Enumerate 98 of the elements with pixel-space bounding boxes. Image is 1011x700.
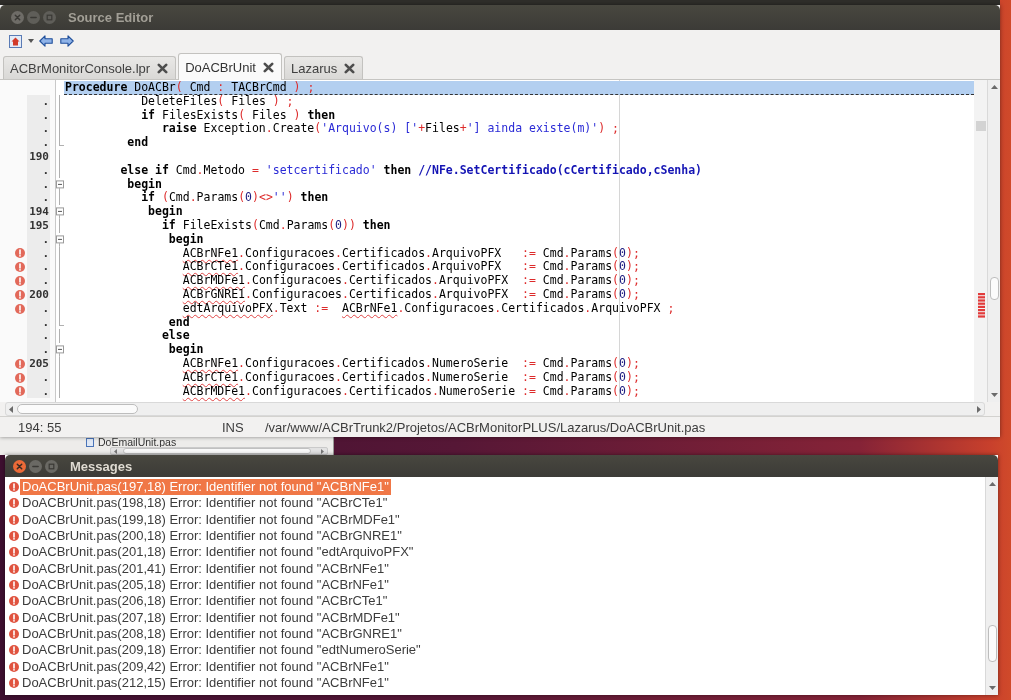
- left-arrow-icon[interactable]: [114, 448, 117, 454]
- insert-mode: INS: [222, 419, 245, 435]
- error-icon: [9, 612, 19, 623]
- error-icon: [9, 661, 19, 672]
- code-line: ACBrNFe1.Configuracoes.Certificados.NumeroSerie := Cmd.Params(0);: [182, 356, 640, 371]
- code-line: end: [168, 315, 190, 329]
- scrollbar-thumb[interactable]: [123, 448, 311, 454]
- error-icon: [9, 498, 19, 509]
- error-icon: [9, 580, 19, 591]
- error-icon: [9, 645, 19, 656]
- code-line: edtArquivoPFX.Text := ACBrNFe1.Configuracoes.Certificados.ArquivoPFX ;: [182, 301, 675, 316]
- code-line: ACBrCTe1.Configuracoes.Certificados.NumeroSerie := Cmd.Params(0);: [182, 370, 640, 385]
- window-title: Messages: [70, 458, 133, 474]
- fold-toggle-icon[interactable]: [56, 205, 64, 219]
- file-list-item[interactable]: DoEmailUnit.pas: [98, 437, 177, 447]
- position-marker: [976, 121, 986, 131]
- error-icon: [9, 514, 19, 525]
- horizontal-scrollbar[interactable]: [5, 402, 985, 416]
- message-item[interactable]: DoACBrUnit.pas(198,18) Error: Identifier not found "ACBrCTe1": [20, 495, 390, 512]
- forward-arrow-icon[interactable]: [60, 35, 74, 47]
- error-icon: [9, 678, 19, 689]
- message-item[interactable]: DoACBrUnit.pas(207,18) Error: Identifier not found "ACBrMDFe1": [20, 609, 402, 626]
- error-icon: [9, 629, 19, 640]
- line-number: .: [27, 94, 50, 109]
- up-arrow-icon[interactable]: [988, 482, 996, 486]
- code-line: begin: [148, 205, 183, 219]
- code-line: else if Cmd.Metodo = 'setcertificado' then //NFe.SetCertificado(cCertificado,cSenha): [120, 163, 703, 178]
- code-line: ACBrMDFe1.Configuracoes.Certificados.NumeroSerie := Cmd.Params(0);: [182, 384, 640, 399]
- right-arrow-icon[interactable]: [977, 405, 981, 413]
- line-number: .: [27, 260, 50, 275]
- close-icon[interactable]: [157, 62, 169, 74]
- line-number: .: [27, 136, 50, 150]
- fold-toggle-icon[interactable]: [56, 343, 64, 357]
- fold-guide-line: [59, 218, 60, 233]
- code-line: ACBrCTe1.Configuracoes.Certificados.ArquivoPFX := Cmd.Params(0);: [182, 260, 640, 274]
- left-arrow-icon[interactable]: [9, 405, 13, 413]
- line-number: 194: [27, 205, 50, 219]
- code-line: DeleteFiles( Files ) ;: [141, 94, 294, 109]
- code-line: raise Exception.Create('Arquivo(s) ['+Files+'] ainda existe(m)') ;: [161, 122, 619, 137]
- code-line: begin: [127, 177, 162, 191]
- caret-icon[interactable]: [28, 39, 34, 43]
- message-item[interactable]: DoACBrUnit.pas(200,18) Error: Identifier not found "ACBrGNRE1": [20, 528, 404, 545]
- code-line: Procedure DoACBr( Cmd : TACBrCmd ) ;: [65, 81, 315, 94]
- line-number: .: [27, 343, 50, 357]
- error-icon: [9, 596, 19, 607]
- close-icon[interactable]: [262, 61, 274, 73]
- message-item[interactable]: DoACBrUnit.pas(205,18) Error: Identifier not found "ACBrNFe1": [20, 576, 391, 594]
- message-item[interactable]: DoACBrUnit.pas(201,41) Error: Identifier not found "ACBrNFe1": [20, 560, 391, 577]
- code-line: end: [127, 136, 149, 150]
- code-editor[interactable]: [0, 80, 974, 402]
- editor-tab[interactable]: DoACBrUnit: [178, 53, 282, 80]
- message-item[interactable]: DoACBrUnit.pas(199,18) Error: Identifier not found "ACBrMDFe1": [20, 511, 402, 528]
- file-icon: [86, 437, 94, 447]
- message-item[interactable]: DoACBrUnit.pas(212,15) Error: Identifier not found "ACBrNFe1": [20, 674, 391, 692]
- error-icon: [9, 547, 19, 558]
- message-item[interactable]: DoACBrUnit.pas(208,18) Error: Identifier not found "ACBrGNRE1": [20, 625, 404, 643]
- code-line: if FilesExists( Files ) then: [141, 108, 336, 122]
- code-line: ACBrMDFe1.Configuracoes.Certificados.ArquivoPFX := Cmd.Params(0);: [182, 274, 640, 288]
- code-line: begin: [168, 343, 204, 357]
- line-number: .: [27, 191, 50, 206]
- line-number: .: [27, 329, 50, 344]
- message-item[interactable]: DoACBrUnit.pas(201,18) Error: Identifier not found "edtArquivoPFX": [20, 544, 416, 561]
- close-icon[interactable]: [13, 459, 26, 473]
- fold-guide-line: [59, 329, 60, 344]
- house-icon[interactable]: [9, 34, 22, 48]
- editor-tab[interactable]: ACBrMonitorConsole.lpr: [3, 56, 177, 79]
- error-icon: [9, 563, 19, 574]
- message-item[interactable]: DoACBrUnit.pas(209,18) Error: Identifier not found "edtNumeroSerie": [20, 642, 423, 659]
- message-item[interactable]: DoACBrUnit.pas(209,42) Error: Identifier not found "ACBrNFe1": [20, 658, 391, 675]
- scrollbar-thumb[interactable]: [989, 277, 999, 300]
- scrollbar-thumb[interactable]: [17, 404, 138, 414]
- down-arrow-icon[interactable]: [990, 393, 998, 397]
- back-arrow-icon[interactable]: [39, 35, 53, 47]
- error-icon: [9, 531, 19, 542]
- code-line: if (Cmd.Params(0)<>'') then: [141, 191, 329, 205]
- file-path: /var/www/ACBrTrunk2/Projetos/ACBrMonitorPLUS/Lazarus/DoACBrUnit.pas: [265, 419, 706, 435]
- code-line: else: [161, 329, 190, 343]
- cursor-position: 194: 55: [18, 419, 63, 435]
- code-line: if FileExists(Cmd.Params(0)) then: [161, 218, 391, 233]
- fold-toggle-icon[interactable]: [56, 177, 64, 192]
- editor-tab[interactable]: Lazarus: [283, 56, 364, 79]
- error-icon: [9, 482, 19, 493]
- code-line: begin: [168, 232, 204, 247]
- right-arrow-icon[interactable]: [321, 448, 324, 454]
- fold-guide-line: [59, 191, 60, 206]
- code-line: ACBrGNRE1.Configuracoes.Certificados.ArquivoPFX := Cmd.Params(0);: [182, 287, 640, 302]
- window-title: Source Editor: [68, 10, 154, 25]
- scrollbar-thumb[interactable]: [987, 625, 997, 662]
- close-icon[interactable]: [344, 62, 356, 74]
- line-number: .: [27, 274, 50, 288]
- fold-toggle-icon[interactable]: [56, 232, 64, 247]
- up-arrow-icon[interactable]: [990, 85, 998, 89]
- code-line: ACBrNFe1.Configuracoes.Certificados.ArquivoPFX := Cmd.Params(0);: [182, 246, 640, 261]
- down-arrow-icon[interactable]: [988, 686, 996, 690]
- message-item[interactable]: DoACBrUnit.pas(206,18) Error: Identifier not found "ACBrCTe1": [20, 593, 390, 610]
- vertical-scrollbar[interactable]: [985, 477, 998, 695]
- vertical-scrollbar[interactable]: [987, 80, 1000, 402]
- line-number: .: [27, 122, 50, 137]
